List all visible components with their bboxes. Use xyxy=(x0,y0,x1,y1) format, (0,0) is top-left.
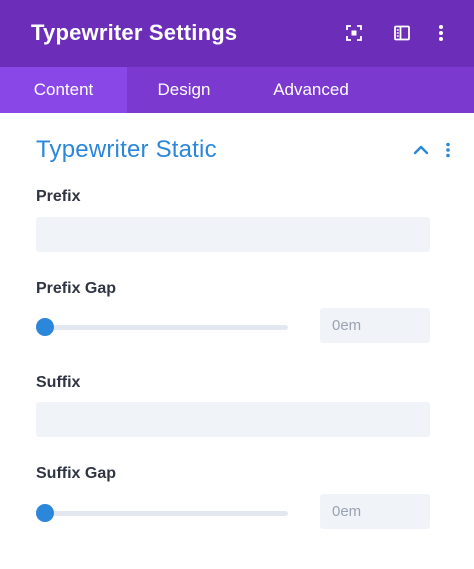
tab-advanced[interactable]: Advanced xyxy=(241,67,381,113)
tab-content[interactable]: Content xyxy=(0,67,127,113)
slider-track xyxy=(36,325,288,330)
suffix-gap-label: Suffix Gap xyxy=(36,465,117,482)
prefix-gap-input[interactable] xyxy=(320,308,430,343)
prefix-gap-slider[interactable] xyxy=(36,317,288,337)
section-title[interactable]: Typewriter Static xyxy=(36,136,217,164)
tab-bar: Content Design Advanced xyxy=(0,67,474,113)
chevron-up-icon[interactable] xyxy=(410,139,432,161)
sidebar-toggle-icon[interactable] xyxy=(389,20,415,46)
suffix-input[interactable] xyxy=(36,402,430,437)
slider-thumb[interactable] xyxy=(36,504,54,522)
suffix-gap-slider[interactable] xyxy=(36,503,288,523)
modal-title: Typewriter Settings xyxy=(31,20,238,45)
prefix-input[interactable] xyxy=(36,217,430,252)
tab-design[interactable]: Design xyxy=(127,67,241,113)
prefix-gap-label: Prefix Gap xyxy=(36,280,117,297)
section-more-icon[interactable] xyxy=(437,139,459,161)
prefix-label: Prefix xyxy=(36,188,81,205)
suffix-label: Suffix xyxy=(36,374,81,391)
focus-icon[interactable] xyxy=(341,20,367,46)
suffix-gap-input[interactable] xyxy=(320,494,430,529)
modal-header: Typewriter Settings xyxy=(0,0,474,67)
slider-thumb[interactable] xyxy=(36,318,54,336)
slider-track xyxy=(36,511,288,516)
more-options-icon[interactable] xyxy=(428,20,454,46)
